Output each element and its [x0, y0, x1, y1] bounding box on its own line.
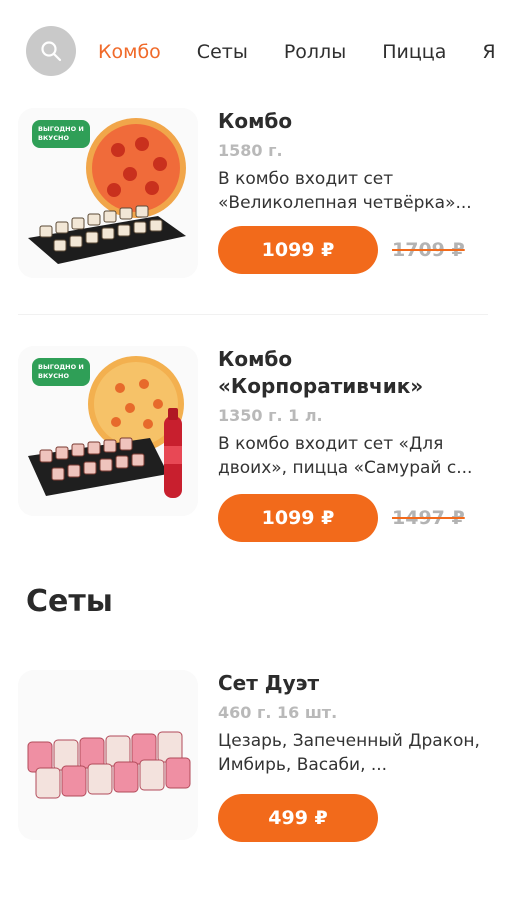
product-weight: 460 г. 16 шт.: [218, 703, 338, 722]
promo-badge: выгодно и вкусно: [32, 120, 90, 148]
add-to-cart-button[interactable]: 1099 ₽: [218, 226, 378, 274]
tab-combo[interactable]: Комбо: [98, 36, 161, 68]
tab-more[interactable]: Я: [482, 36, 495, 68]
product-description: Цезарь, Запеченный Дракон, Имбирь, Васаб…: [218, 731, 480, 775]
product-card[interactable]: Сет Дуэт 460 г. 16 шт. Цезарь, Запеченны…: [18, 670, 488, 885]
product-card[interactable]: выгодно и вкусно Комбо «Корпоративчик» 1…: [18, 346, 488, 561]
divider: [18, 314, 488, 315]
tab-sets[interactable]: Сеты: [197, 36, 248, 68]
set-image: [18, 670, 198, 840]
add-to-cart-button[interactable]: 1099 ₽: [218, 494, 378, 542]
tab-rolls[interactable]: Роллы: [284, 36, 346, 68]
tab-pizza[interactable]: Пицца: [382, 36, 446, 68]
product-weight: 1350 г. 1 л.: [218, 406, 323, 425]
old-price: 1709 ₽: [392, 239, 465, 261]
product-weight: 1580 г.: [218, 141, 283, 160]
top-navigation: Комбо Сеты Роллы Пицца Я: [0, 0, 507, 100]
old-price: 1497 ₽: [392, 507, 465, 529]
product-title: Комбо «Корпоративчик»: [218, 347, 424, 398]
search-icon: [41, 41, 62, 62]
price-row: 1099 ₽ 1709 ₽: [218, 226, 465, 274]
product-list: выгодно и вкусно Комбо 1580 г. В комбо в…: [0, 100, 507, 900]
section-title-sets: Сеты: [26, 584, 113, 619]
product-title: Комбо: [218, 109, 293, 133]
search-button[interactable]: [26, 26, 76, 76]
promo-badge: выгодно и вкусно: [32, 358, 90, 386]
product-image: выгодно и вкусно: [18, 108, 198, 278]
category-tabs: Комбо Сеты Роллы Пицца Я: [98, 36, 507, 68]
price-row: 499 ₽: [218, 794, 378, 842]
product-description: В комбо входит сет «Для двоих», пицца «С…: [218, 434, 473, 478]
product-description: В комбо входит сет «Великолепная четвёрк…: [218, 169, 472, 213]
product-info: Сет Дуэт 460 г. 16 шт. Цезарь, Запеченны…: [218, 670, 488, 842]
product-image: [18, 670, 198, 840]
product-info: Комбо 1580 г. В комбо входит сет «Велико…: [218, 108, 488, 274]
product-image: выгодно и вкусно: [18, 346, 198, 516]
product-card[interactable]: выгодно и вкусно Комбо 1580 г. В комбо в…: [18, 108, 488, 323]
add-to-cart-button[interactable]: 499 ₽: [218, 794, 378, 842]
price-row: 1099 ₽ 1497 ₽: [218, 494, 465, 542]
product-title: Сет Дуэт: [218, 671, 320, 695]
product-info: Комбо «Корпоративчик» 1350 г. 1 л. В ком…: [218, 346, 488, 542]
